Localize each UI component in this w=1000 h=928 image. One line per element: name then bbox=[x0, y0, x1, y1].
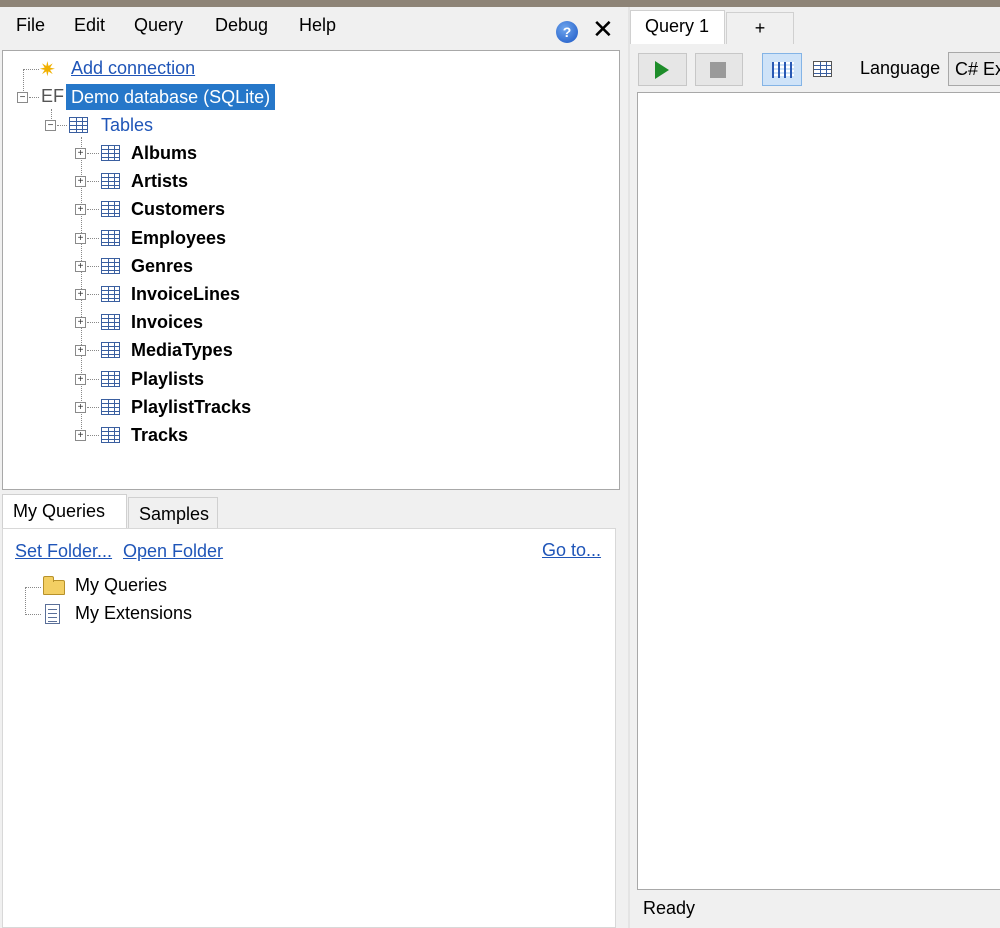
go-to-link[interactable]: Go to... bbox=[542, 540, 601, 561]
expand-icon[interactable]: + bbox=[75, 430, 86, 441]
table-grid-icon bbox=[101, 257, 120, 274]
tree-line bbox=[87, 322, 99, 324]
tables-folder-node[interactable]: Tables bbox=[101, 115, 153, 136]
expand-icon[interactable]: + bbox=[75, 373, 86, 385]
table-label[interactable]: Customers bbox=[131, 199, 225, 220]
tree-line bbox=[25, 587, 26, 613]
expand-icon[interactable]: + bbox=[75, 401, 86, 413]
window-top-border bbox=[0, 0, 1000, 7]
collapse-icon[interactable]: − bbox=[17, 92, 28, 103]
table-label[interactable]: Albums bbox=[131, 143, 197, 164]
menu-query[interactable]: Query bbox=[134, 15, 183, 36]
table-label[interactable]: InvoiceLines bbox=[131, 284, 240, 305]
tree-line bbox=[87, 406, 99, 408]
tree-line bbox=[57, 125, 67, 126]
ef-driver-badge: EF bbox=[41, 86, 65, 106]
results-rich-text-button[interactable] bbox=[762, 53, 802, 86]
results-grid-button[interactable] bbox=[804, 53, 842, 86]
tree-line bbox=[87, 435, 99, 436]
status-text: Ready bbox=[643, 898, 696, 918]
add-connection-star-icon: ✷ bbox=[39, 59, 56, 81]
tab-my-queries[interactable]: My Queries bbox=[2, 494, 127, 528]
table-grid-icon bbox=[69, 117, 88, 133]
tree-line bbox=[87, 350, 99, 352]
expand-icon[interactable]: + bbox=[75, 260, 86, 272]
menu-debug[interactable]: Debug bbox=[215, 15, 268, 36]
folder-icon bbox=[43, 576, 65, 595]
language-select[interactable]: C# Expression bbox=[948, 52, 1000, 86]
set-folder-link[interactable]: Set Folder... bbox=[15, 541, 112, 562]
menu-file[interactable]: File bbox=[16, 15, 45, 36]
play-icon bbox=[655, 61, 669, 79]
query-editor[interactable] bbox=[637, 92, 1000, 890]
menu-help[interactable]: Help bbox=[299, 15, 336, 36]
my-queries-item[interactable]: My Queries bbox=[75, 575, 167, 596]
run-button[interactable] bbox=[638, 53, 687, 86]
connection-tree-panel: ✷ Add connection − EF Demo database (SQL… bbox=[2, 50, 620, 490]
my-extensions-item[interactable]: My Extensions bbox=[75, 603, 192, 624]
grid-results-icon bbox=[813, 61, 832, 77]
stop-icon bbox=[710, 62, 726, 78]
open-folder-link[interactable]: Open Folder bbox=[123, 541, 223, 562]
tree-line bbox=[87, 237, 99, 239]
tree-line bbox=[25, 587, 41, 588]
table-grid-icon bbox=[101, 314, 120, 331]
close-icon[interactable]: ✕ bbox=[592, 13, 614, 45]
table-label[interactable]: Tracks bbox=[131, 425, 188, 446]
tab-query-1[interactable]: Query 1 bbox=[630, 10, 725, 44]
expand-icon[interactable]: + bbox=[75, 204, 86, 216]
table-label[interactable]: Playlists bbox=[131, 369, 204, 390]
table-grid-icon bbox=[101, 173, 120, 190]
table-grid-icon bbox=[101, 286, 120, 302]
tree-line bbox=[25, 614, 41, 615]
tree-line bbox=[29, 97, 39, 98]
menu-edit[interactable]: Edit bbox=[74, 15, 105, 36]
table-label[interactable]: Artists bbox=[131, 171, 188, 192]
expand-icon[interactable]: + bbox=[75, 148, 86, 159]
rich-text-results-icon bbox=[772, 62, 794, 78]
splitter[interactable] bbox=[628, 7, 630, 928]
document-icon bbox=[45, 604, 60, 624]
tree-line bbox=[87, 378, 99, 380]
table-label[interactable]: Invoices bbox=[131, 312, 203, 333]
expand-icon[interactable]: + bbox=[75, 289, 86, 300]
query-toolbar: Language C# Expression bbox=[632, 44, 1000, 92]
tree-line bbox=[87, 294, 99, 295]
table-grid-icon bbox=[101, 370, 120, 387]
table-label[interactable]: Employees bbox=[131, 228, 226, 249]
tree-line bbox=[23, 69, 39, 70]
table-grid-icon bbox=[101, 145, 120, 161]
tree-line bbox=[87, 265, 99, 267]
my-queries-panel: Set Folder... Open Folder Go to... My Qu… bbox=[2, 528, 616, 928]
new-query-tab-button[interactable]: + bbox=[726, 12, 794, 44]
tree-line bbox=[87, 153, 99, 154]
expand-icon[interactable]: + bbox=[75, 317, 86, 329]
table-grid-icon bbox=[101, 201, 120, 218]
collapse-icon[interactable]: − bbox=[45, 120, 56, 131]
tab-samples[interactable]: Samples bbox=[128, 497, 218, 528]
expand-icon[interactable]: + bbox=[75, 345, 86, 357]
table-label[interactable]: MediaTypes bbox=[131, 340, 233, 361]
expand-icon[interactable]: + bbox=[75, 232, 86, 244]
language-label: Language bbox=[860, 58, 941, 78]
table-grid-icon bbox=[101, 398, 120, 415]
add-connection-link[interactable]: Add connection bbox=[71, 58, 195, 79]
table-grid-icon bbox=[101, 229, 120, 246]
help-icon[interactable]: ? bbox=[556, 21, 578, 43]
tree-line bbox=[87, 181, 99, 183]
table-label[interactable]: PlaylistTracks bbox=[131, 397, 251, 418]
table-grid-icon bbox=[101, 342, 120, 359]
stop-button[interactable] bbox=[695, 53, 743, 86]
tree-line bbox=[87, 209, 99, 211]
menu-bar: File Edit Query Debug Help ? ✕ bbox=[0, 7, 628, 45]
table-grid-icon bbox=[101, 427, 120, 443]
table-label[interactable]: Genres bbox=[131, 256, 193, 277]
expand-icon[interactable]: + bbox=[75, 176, 86, 188]
database-node[interactable]: Demo database (SQLite) bbox=[66, 84, 276, 110]
